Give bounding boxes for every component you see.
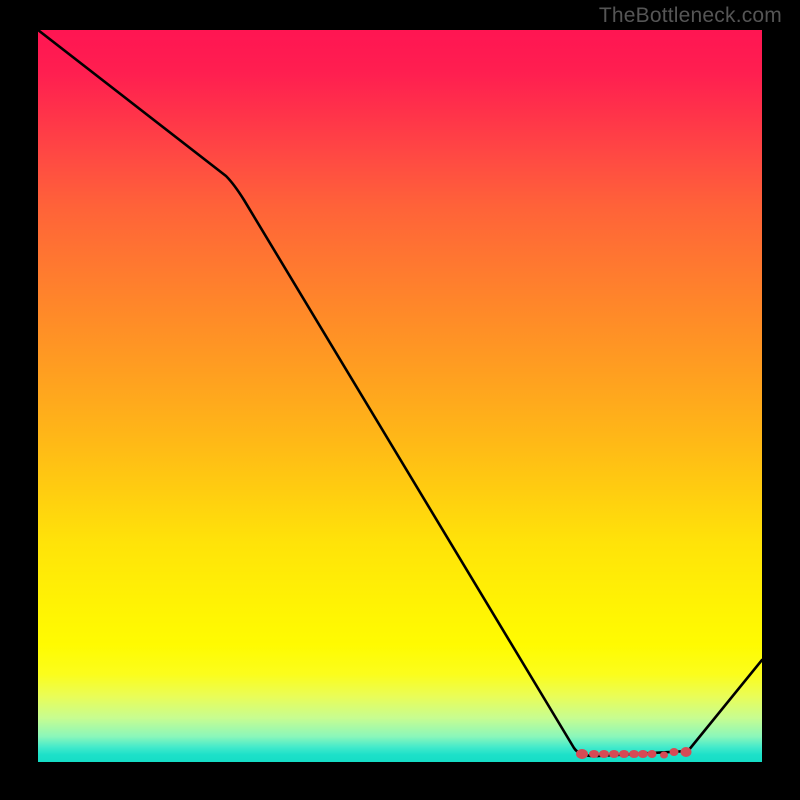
- curve-svg: [38, 30, 762, 762]
- marker: [619, 750, 629, 758]
- marker: [609, 750, 619, 758]
- marker: [681, 747, 692, 757]
- marker: [589, 750, 599, 758]
- plot-area: [38, 30, 762, 762]
- marker: [660, 752, 668, 759]
- curve-path: [38, 30, 762, 756]
- marker-cluster: [576, 747, 692, 759]
- marker: [638, 750, 648, 758]
- marker: [576, 749, 588, 759]
- attribution: TheBottleneck.com: [599, 4, 782, 28]
- marker: [629, 750, 639, 758]
- marker: [599, 750, 609, 758]
- chart-root: TheBottleneck.com: [0, 0, 800, 800]
- marker: [670, 748, 679, 756]
- marker: [648, 750, 657, 758]
